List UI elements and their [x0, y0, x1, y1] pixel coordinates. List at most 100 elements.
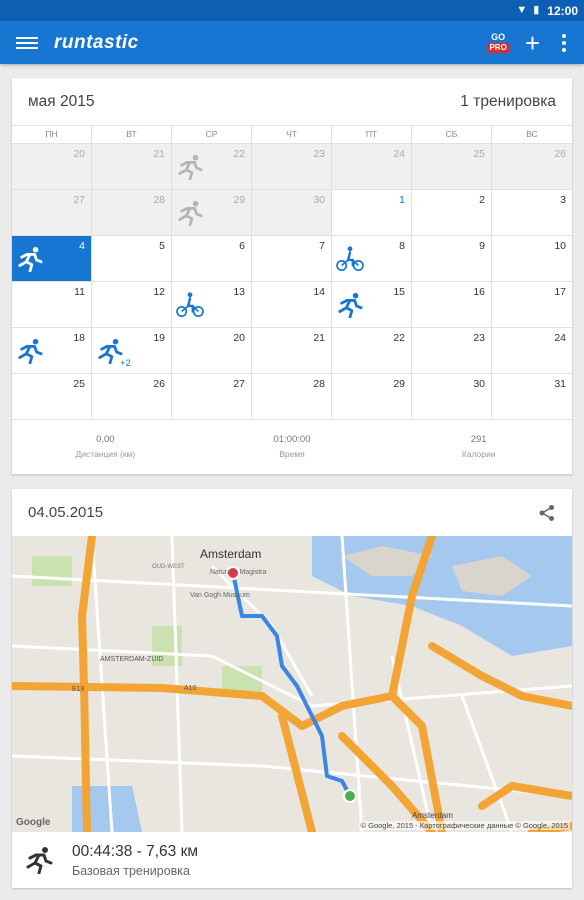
- day-number: 10: [554, 240, 566, 252]
- day-number: 15: [393, 286, 405, 298]
- month-summary: 0,00 Дистанция (км) 01:00:00 Время 291 Калори…: [12, 420, 572, 459]
- day-number: 3: [560, 194, 566, 206]
- running-icon: [176, 200, 204, 227]
- weekday-label: ПТ: [332, 126, 412, 143]
- calendar-day-cell[interactable]: 7: [252, 236, 332, 282]
- go-pro-button[interactable]: GO PRO: [487, 31, 509, 53]
- calendar-day-cell[interactable]: 28: [92, 190, 172, 236]
- calendar-day-cell[interactable]: 30: [412, 374, 492, 420]
- route-map[interactable]: Amsterdam Van Gogh Museum Naturalis Magi…: [12, 536, 572, 832]
- summary-label: Калории: [461, 449, 496, 459]
- calendar-day-cell[interactable]: 6: [172, 236, 252, 282]
- session-date: 04.05.2015: [28, 504, 104, 521]
- day-number: 18: [73, 332, 85, 344]
- summary-value: 0,00: [96, 434, 115, 445]
- calendar-day-cell[interactable]: 22: [172, 144, 252, 190]
- calendar-day-cell[interactable]: 25: [412, 144, 492, 190]
- day-number: 14: [313, 286, 325, 298]
- day-number: 17: [554, 286, 566, 298]
- calendar-day-cell[interactable]: 18: [12, 328, 92, 374]
- calendar-grid: 20 21 22 23 24 25 26 27 28 29 30 1 2 3 4 5 6 7 8 9 10 11 12 13 1…: [12, 143, 572, 420]
- calendar-day-cell[interactable]: 21: [252, 328, 332, 374]
- clock: 12:00: [547, 3, 578, 18]
- calendar-day-cell[interactable]: 22: [332, 328, 412, 374]
- app-bar: runtastic GO PRO +: [0, 21, 584, 64]
- calendar-day-cell[interactable]: 26: [92, 374, 172, 420]
- calendar-day-cell[interactable]: 4: [12, 236, 92, 282]
- calendar-day-cell[interactable]: 23: [252, 144, 332, 190]
- calendar-day-cell[interactable]: 1: [332, 190, 412, 236]
- calendar-header: мая 2015 1 тренировка: [12, 78, 572, 125]
- status-bar: ▼ ▮ 12:00: [0, 0, 584, 21]
- day-number: 25: [473, 148, 485, 160]
- cycling-icon: [336, 246, 364, 272]
- menu-icon[interactable]: [16, 35, 38, 51]
- day-number: 13: [233, 286, 245, 298]
- go-label: GO: [491, 31, 506, 42]
- running-icon: [16, 338, 44, 365]
- summary-stat: 01:00:00 Время: [199, 434, 386, 459]
- running-icon: [26, 847, 53, 874]
- day-number: 26: [153, 378, 165, 390]
- more-workouts-badge: +2: [120, 358, 131, 369]
- month-title[interactable]: мая 2015: [28, 93, 94, 111]
- share-icon[interactable]: [538, 504, 556, 522]
- calendar-day-cell[interactable]: 24: [332, 144, 412, 190]
- calendar-day-cell[interactable]: 25: [12, 374, 92, 420]
- summary-value: 291: [470, 434, 487, 445]
- calendar-day-cell[interactable]: 3: [492, 190, 572, 236]
- calendar-day-cell[interactable]: 13: [172, 282, 252, 328]
- wifi-icon: ▼: [516, 4, 528, 16]
- map-label-amsterdam-south: Amsterdam: [412, 811, 453, 820]
- calendar-day-cell[interactable]: 8: [332, 236, 412, 282]
- calendar-day-cell[interactable]: 29: [172, 190, 252, 236]
- day-number: 29: [233, 194, 245, 206]
- day-number: 27: [233, 378, 245, 390]
- calendar-day-cell[interactable]: 5: [92, 236, 172, 282]
- calendar-day-cell[interactable]: 23: [412, 328, 492, 374]
- day-number: 25: [73, 378, 85, 390]
- session-summary[interactable]: 00:44:38 - 7,63 км Базовая тренировка: [12, 832, 572, 888]
- map-label-national: Naturalis Magistra: [210, 569, 267, 576]
- calendar-day-cell[interactable]: 20: [172, 328, 252, 374]
- calendar-day-cell[interactable]: 27: [12, 190, 92, 236]
- calendar-day-cell[interactable]: 9: [412, 236, 492, 282]
- calendar-day-cell[interactable]: 14: [252, 282, 332, 328]
- map-canvas: Amsterdam Van Gogh Museum Naturalis Magi…: [12, 536, 572, 832]
- calendar-day-cell[interactable]: 20: [12, 144, 92, 190]
- day-number: 21: [153, 148, 165, 160]
- calendar-day-cell[interactable]: 27: [172, 374, 252, 420]
- calendar-card: мая 2015 1 тренировка ПН ВТ СР ЧТ ПТ СБ ВС 20 2…: [12, 78, 572, 474]
- more-options-icon[interactable]: [556, 33, 572, 52]
- calendar-day-cell[interactable]: 17: [492, 282, 572, 328]
- add-button[interactable]: +: [525, 30, 540, 56]
- calendar-day-cell[interactable]: 29: [332, 374, 412, 420]
- calendar-day-cell[interactable]: 26: [492, 144, 572, 190]
- weekday-label: ПН: [12, 126, 92, 143]
- calendar-day-cell[interactable]: 16: [412, 282, 492, 328]
- day-number: 23: [473, 332, 485, 344]
- pro-badge: PRO: [487, 42, 509, 53]
- map-label-city: Amsterdam: [200, 547, 261, 561]
- calendar-day-cell[interactable]: 2: [412, 190, 492, 236]
- session-card[interactable]: 04.05.2015 Amsterdam Van Gogh Museum Nat…: [12, 489, 572, 888]
- day-number: 24: [393, 148, 405, 160]
- calendar-day-cell[interactable]: 10: [492, 236, 572, 282]
- day-number: 7: [319, 240, 325, 252]
- day-number: 5: [159, 240, 165, 252]
- summary-stat: 291 Калории: [385, 434, 572, 459]
- day-number: 30: [473, 378, 485, 390]
- day-number: 21: [313, 332, 325, 344]
- running-icon: [336, 292, 364, 319]
- calendar-day-cell[interactable]: 24: [492, 328, 572, 374]
- calendar-day-cell[interactable]: 28: [252, 374, 332, 420]
- day-number: 20: [73, 148, 85, 160]
- calendar-day-cell[interactable]: 15: [332, 282, 412, 328]
- calendar-day-cell[interactable]: 21: [92, 144, 172, 190]
- calendar-day-cell[interactable]: 30: [252, 190, 332, 236]
- calendar-day-cell[interactable]: 19 +2: [92, 328, 172, 374]
- day-number: 2: [479, 194, 485, 206]
- calendar-day-cell[interactable]: 11: [12, 282, 92, 328]
- calendar-day-cell[interactable]: 31: [492, 374, 572, 420]
- calendar-day-cell[interactable]: 12: [92, 282, 172, 328]
